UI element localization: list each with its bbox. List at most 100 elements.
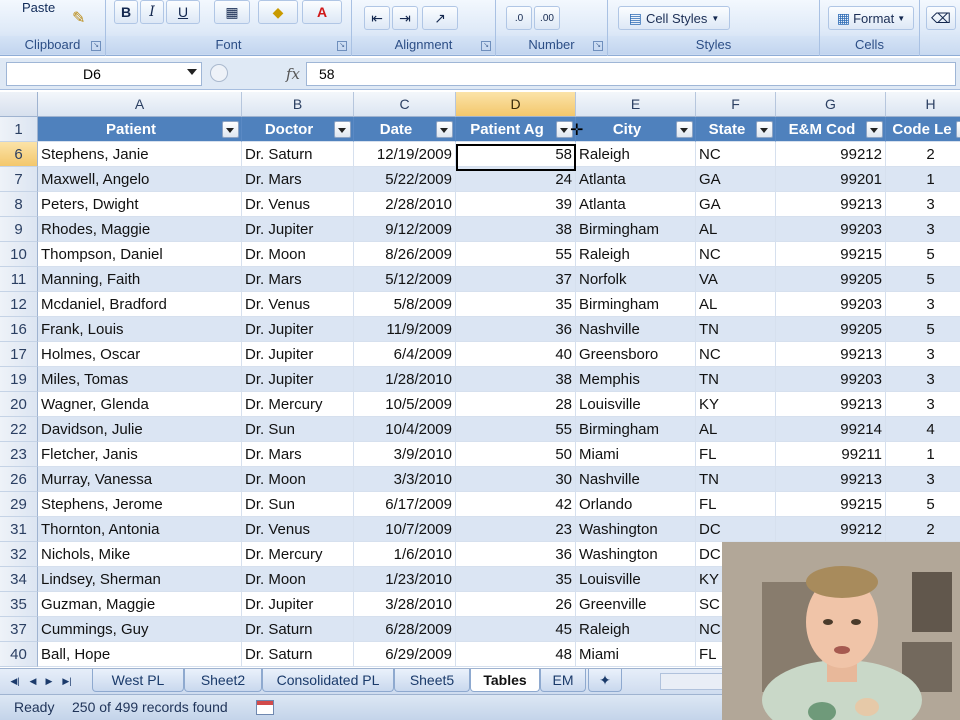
paste-button[interactable]: Paste (22, 0, 55, 15)
cell-doctor[interactable]: Dr. Saturn (242, 617, 354, 642)
cell-date[interactable]: 10/5/2009 (354, 392, 456, 417)
cell-state[interactable]: GA (696, 192, 776, 217)
cell-date[interactable]: 3/3/2010 (354, 467, 456, 492)
cell-city[interactable]: Nashville (576, 467, 696, 492)
cell-doctor[interactable]: Dr. Saturn (242, 642, 354, 667)
cell-code[interactable]: 99212 (776, 142, 886, 167)
cell-patient[interactable]: Davidson, Julie (38, 417, 242, 442)
decrease-indent-button[interactable]: ⇤ (364, 6, 390, 30)
dialog-launcher-icon[interactable]: ↘ (593, 41, 603, 51)
cell-doctor[interactable]: Dr. Sun (242, 417, 354, 442)
cell-city[interactable]: Orlando (576, 492, 696, 517)
cell-level[interactable]: 3 (886, 342, 960, 367)
cell-city[interactable]: Norfolk (576, 267, 696, 292)
cell-date[interactable]: 5/12/2009 (354, 267, 456, 292)
cell-date[interactable]: 3/9/2010 (354, 442, 456, 467)
cell-doctor[interactable]: Dr. Venus (242, 292, 354, 317)
insert-function-button[interactable]: fx (286, 65, 300, 83)
cell-patient[interactable]: Maxwell, Angelo (38, 167, 242, 192)
sheet-tab[interactable]: EM (540, 669, 586, 692)
cell-state[interactable]: AL (696, 417, 776, 442)
cell-doctor[interactable]: Dr. Mercury (242, 392, 354, 417)
cell-date[interactable]: 6/29/2009 (354, 642, 456, 667)
cell-level[interactable]: 1 (886, 442, 960, 467)
row-number[interactable]: 8 (0, 192, 38, 217)
row-number[interactable]: 26 (0, 467, 38, 492)
italic-button[interactable]: I (140, 0, 164, 24)
cell-state[interactable]: AL (696, 217, 776, 242)
cell-doctor[interactable]: Dr. Mars (242, 267, 354, 292)
cell-date[interactable]: 6/4/2009 (354, 342, 456, 367)
cell-age[interactable]: 36 (456, 542, 576, 567)
format-painter-icon[interactable]: ✎ (72, 8, 85, 28)
cell-level[interactable]: 5 (886, 317, 960, 342)
cell-date[interactable]: 8/26/2009 (354, 242, 456, 267)
row-number[interactable]: 34 (0, 567, 38, 592)
filter-dropdown-icon[interactable] (436, 121, 453, 138)
last-sheet-icon[interactable]: ▶| (60, 674, 74, 689)
cell-level[interactable]: 3 (886, 392, 960, 417)
cell-doctor[interactable]: Dr. Mars (242, 167, 354, 192)
cell-age[interactable]: 50 (456, 442, 576, 467)
cell-city[interactable]: Birmingham (576, 292, 696, 317)
cell-level[interactable]: 3 (886, 192, 960, 217)
cell-code[interactable]: 99201 (776, 167, 886, 192)
cell-level[interactable]: 5 (886, 242, 960, 267)
cell-level[interactable]: 3 (886, 292, 960, 317)
cell-date[interactable]: 5/8/2009 (354, 292, 456, 317)
cell-state[interactable]: GA (696, 167, 776, 192)
borders-button[interactable]: ▦ (214, 0, 250, 24)
underline-button[interactable]: U (166, 0, 200, 24)
cell-code[interactable]: 99211 (776, 442, 886, 467)
cell-date[interactable]: 10/4/2009 (354, 417, 456, 442)
cell-age[interactable]: 24 (456, 167, 576, 192)
cell-date[interactable]: 1/6/2010 (354, 542, 456, 567)
dialog-launcher-icon[interactable]: ↘ (337, 41, 347, 51)
row-number[interactable]: 6 (0, 142, 38, 167)
cell-code[interactable]: 99205 (776, 267, 886, 292)
cell-state[interactable]: TN (696, 367, 776, 392)
row-number[interactable]: 12 (0, 292, 38, 317)
cell-city[interactable]: Birmingham (576, 417, 696, 442)
row-number[interactable]: 40 (0, 642, 38, 667)
row-number[interactable]: 20 (0, 392, 38, 417)
filter-dropdown-icon[interactable] (866, 121, 883, 138)
cell-doctor[interactable]: Dr. Venus (242, 517, 354, 542)
cell-age[interactable]: 28 (456, 392, 576, 417)
column-header-d[interactable]: D (456, 92, 576, 117)
cell-date[interactable]: 2/28/2010 (354, 192, 456, 217)
cell-code[interactable]: 99213 (776, 192, 886, 217)
cell-state[interactable]: NC (696, 142, 776, 167)
cell-date[interactable]: 3/28/2010 (354, 592, 456, 617)
prev-sheet-icon[interactable]: ◀ (26, 674, 40, 689)
cell-age[interactable]: 55 (456, 242, 576, 267)
table-header-cell[interactable]: Patient (38, 117, 242, 142)
cell-city[interactable]: Raleigh (576, 617, 696, 642)
cell-doctor[interactable]: Dr. Mercury (242, 542, 354, 567)
cell-patient[interactable]: Thornton, Antonia (38, 517, 242, 542)
filter-dropdown-icon[interactable] (956, 121, 960, 138)
cell-city[interactable]: Washington (576, 542, 696, 567)
cell-code[interactable]: 99213 (776, 342, 886, 367)
cell-level[interactable]: 5 (886, 267, 960, 292)
cell-age[interactable]: 38 (456, 367, 576, 392)
cell-doctor[interactable]: Dr. Sun (242, 492, 354, 517)
cell-patient[interactable]: Ball, Hope (38, 642, 242, 667)
macro-recording-icon[interactable] (256, 700, 274, 715)
cell-level[interactable]: 3 (886, 217, 960, 242)
cell-doctor[interactable]: Dr. Moon (242, 467, 354, 492)
sheet-tab[interactable]: West PL (92, 669, 184, 692)
filter-dropdown-icon[interactable] (334, 121, 351, 138)
cell-patient[interactable]: Murray, Vanessa (38, 467, 242, 492)
row-number[interactable]: 1 (0, 117, 38, 142)
row-number[interactable]: 10 (0, 242, 38, 267)
cell-code[interactable]: 99212 (776, 517, 886, 542)
font-color-button[interactable]: A (302, 0, 342, 24)
cell-age[interactable]: 38 (456, 217, 576, 242)
cell-date[interactable]: 10/7/2009 (354, 517, 456, 542)
column-header-g[interactable]: G (776, 92, 886, 117)
cell-city[interactable]: Washington (576, 517, 696, 542)
chevron-down-icon[interactable] (187, 69, 197, 75)
cell-age[interactable]: 36 (456, 317, 576, 342)
increase-indent-button[interactable]: ⇥ (392, 6, 418, 30)
